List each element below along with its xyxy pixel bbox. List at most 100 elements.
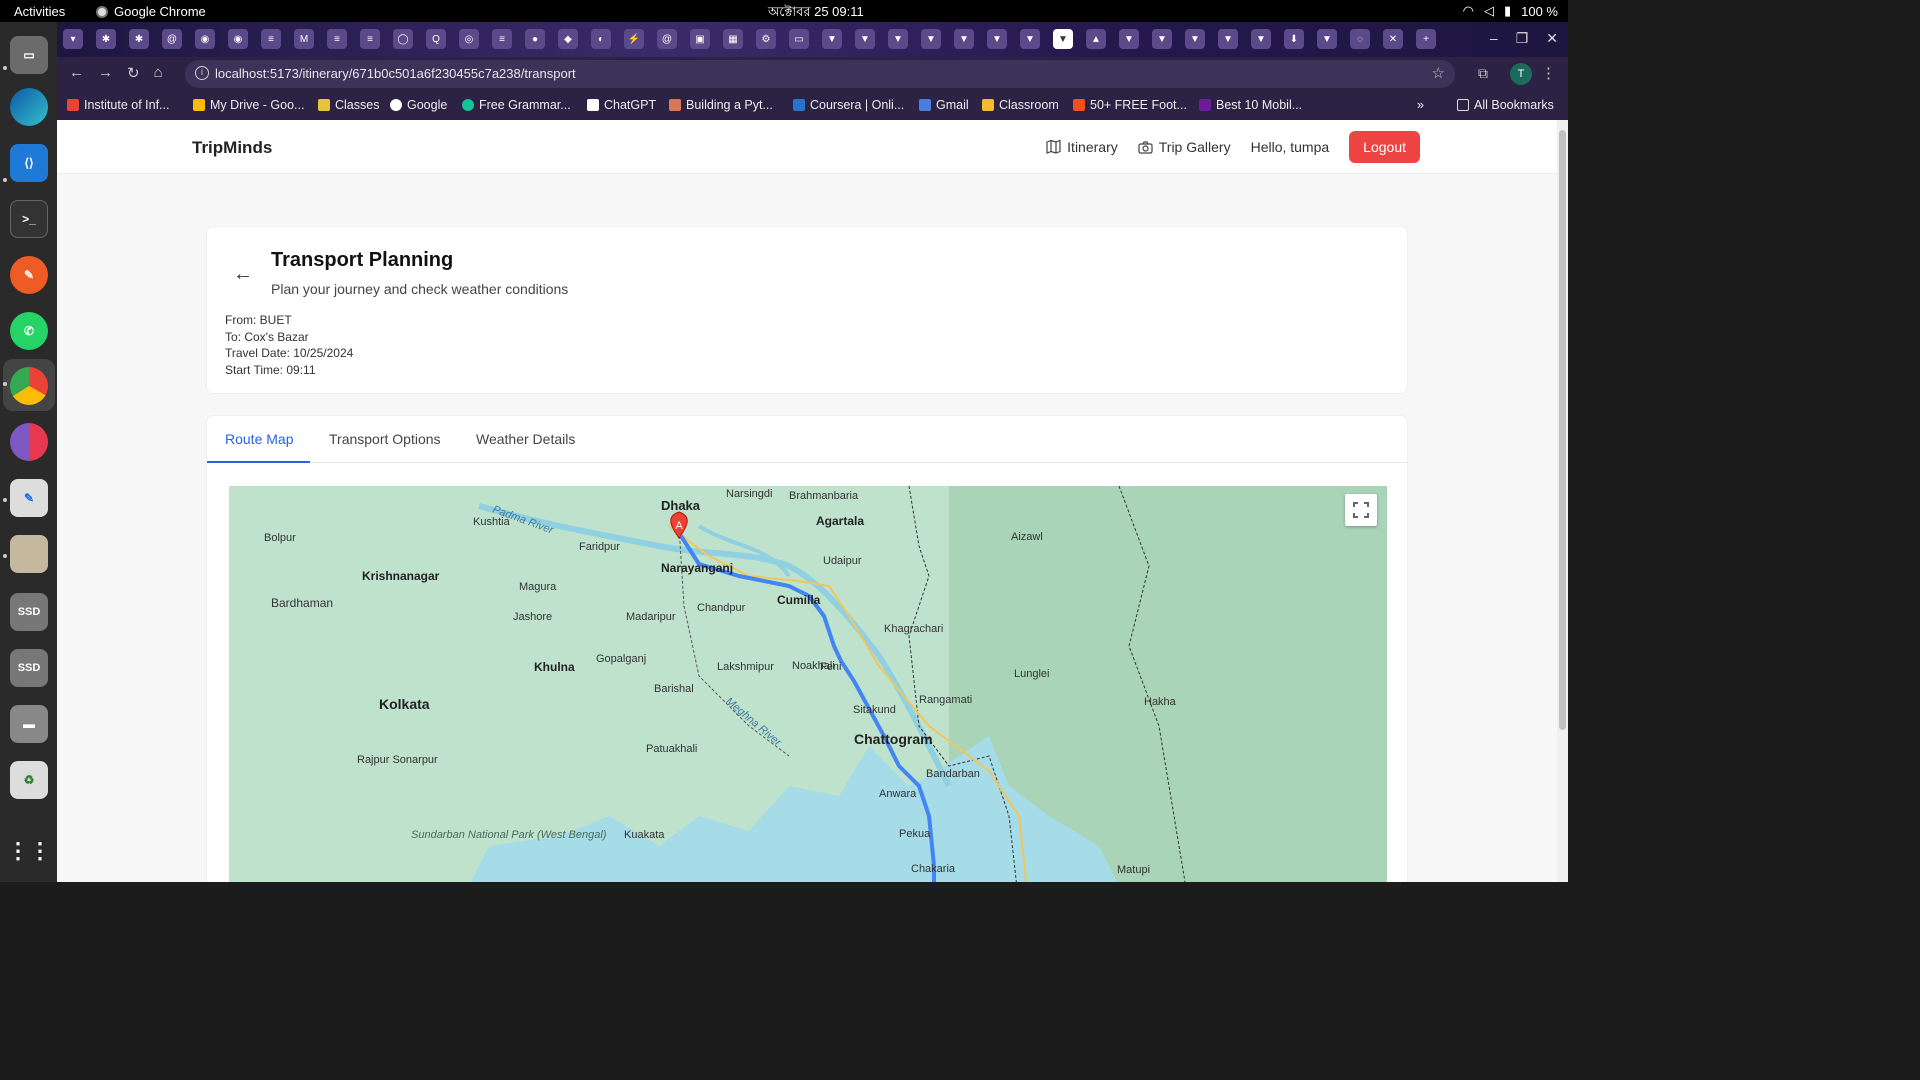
tab-favicon[interactable]: ◉ [195, 29, 215, 49]
vite-tab-icon[interactable]: ▼ [855, 29, 875, 49]
vite-tab-icon[interactable]: ▼ [1185, 29, 1205, 49]
tab-weather-details[interactable]: Weather Details [476, 431, 575, 447]
logout-button[interactable]: Logout [1349, 131, 1420, 163]
app-icon[interactable] [10, 423, 48, 461]
tab-favicon[interactable]: ◐ [591, 29, 611, 49]
vite-tab-icon[interactable]: ▼ [1020, 29, 1040, 49]
forward-icon[interactable]: → [98, 64, 113, 82]
tab-favicon[interactable]: ≡ [492, 29, 512, 49]
text-editor-icon[interactable]: ✎ [10, 479, 48, 517]
drive-icon[interactable]: ▬ [10, 705, 48, 743]
bookmark-item[interactable]: Classroom [982, 98, 1059, 112]
trash-icon[interactable]: ♻ [10, 761, 48, 799]
tab-favicon[interactable]: ≡ [261, 29, 281, 49]
tab-favicon[interactable]: @ [162, 29, 182, 49]
clock[interactable]: অক্টোবর 25 09:11 [768, 3, 864, 24]
url-text[interactable]: localhost:5173/itinerary/671b0c501a6f230… [215, 66, 576, 81]
tab-route-map[interactable]: Route Map [225, 431, 293, 447]
tab-favicon[interactable]: @ [657, 29, 677, 49]
scrollbar-thumb[interactable] [1559, 130, 1566, 730]
tab-favicon[interactable]: ◌ [1350, 29, 1370, 49]
app-menu[interactable]: Google Chrome [96, 4, 206, 19]
new-tab-icon[interactable]: + [1416, 29, 1436, 49]
system-tray[interactable]: ◠ ◁ ▮ 100 % [1463, 3, 1558, 19]
map-canvas[interactable]: A [229, 486, 1387, 882]
back-arrow-icon[interactable]: ← [233, 263, 253, 286]
tab-favicon[interactable]: ◉ [228, 29, 248, 49]
bookmark-item[interactable]: My Drive - Goo... [193, 98, 304, 112]
tab-favicon[interactable]: ◎ [459, 29, 479, 49]
tab-favicon[interactable]: ≡ [360, 29, 380, 49]
close-window-icon[interactable]: ✕ [1546, 30, 1558, 47]
bookmark-star-icon[interactable]: ☆ [1432, 64, 1445, 82]
bookmark-item[interactable]: Free Grammar... [462, 98, 571, 112]
route-map[interactable]: A Dhaka Narsingdi Brahmanbaria Narayanga… [229, 486, 1387, 882]
active-tab-icon[interactable]: ▼ [1053, 29, 1073, 49]
vite-tab-icon[interactable]: ▼ [1317, 29, 1337, 49]
tab-transport-options[interactable]: Transport Options [329, 431, 441, 447]
tab-favicon[interactable]: ◆ [558, 29, 578, 49]
activities-button[interactable]: Activities [14, 4, 65, 19]
tab-favicon[interactable]: ✱ [129, 29, 149, 49]
bookmark-item[interactable]: ChatGPT [587, 98, 656, 112]
bookmark-item[interactable]: Building a Pyt... [669, 98, 773, 112]
drive-tab-icon[interactable]: ▲ [1086, 29, 1106, 49]
vite-tab-icon[interactable]: ▼ [822, 29, 842, 49]
vite-tab-icon[interactable]: ▼ [954, 29, 974, 49]
tab-favicon[interactable]: ≡ [327, 29, 347, 49]
fullscreen-button[interactable] [1345, 494, 1377, 526]
tab-favicon[interactable]: ▣ [690, 29, 710, 49]
reload-icon[interactable]: ↻ [127, 64, 140, 82]
tab-favicon[interactable]: Q [426, 29, 446, 49]
tab-favicon[interactable]: ● [525, 29, 545, 49]
extensions-icon[interactable]: ⧉ [1478, 65, 1488, 82]
site-info-icon[interactable]: i [195, 66, 209, 80]
home-icon[interactable]: ⌂ [154, 64, 163, 82]
show-apps-icon[interactable]: ⋮⋮ [7, 832, 51, 870]
vite-tab-icon[interactable]: ▼ [1152, 29, 1172, 49]
tab-favicon[interactable]: ▦ [723, 29, 743, 49]
tab-favicon[interactable]: M [294, 29, 314, 49]
tab-favicon[interactable]: ⚡ [624, 29, 644, 49]
brand-logo[interactable]: TripMinds [192, 138, 272, 158]
maximize-icon[interactable]: ❐ [1516, 30, 1529, 47]
bookmark-item[interactable]: Classes [318, 98, 379, 112]
nav-itinerary[interactable]: Itinerary [1046, 139, 1118, 155]
tab-search-icon[interactable]: ▾ [63, 29, 83, 49]
all-bookmarks[interactable]: All Bookmarks [1457, 98, 1554, 112]
minimize-icon[interactable]: – [1490, 30, 1498, 47]
vite-tab-icon[interactable]: ▼ [1119, 29, 1139, 49]
download-tab-icon[interactable]: ⬇ [1284, 29, 1304, 49]
close-tab-icon[interactable]: ✕ [1383, 29, 1403, 49]
tab-favicon[interactable]: ✱ [96, 29, 116, 49]
tab-favicon[interactable]: ⚙ [756, 29, 776, 49]
vite-tab-icon[interactable]: ▼ [1251, 29, 1271, 49]
chrome-menu-icon[interactable]: ⋮ [1541, 64, 1556, 82]
vscode-icon[interactable]: ⟨⟩ [10, 144, 48, 182]
nav-trip-gallery[interactable]: Trip Gallery [1138, 139, 1231, 155]
back-icon[interactable]: ← [69, 64, 84, 82]
chrome-dock-icon[interactable] [10, 367, 48, 405]
files-icon[interactable]: ▭ [10, 36, 48, 74]
vite-tab-icon[interactable]: ▼ [1218, 29, 1238, 49]
profile-avatar[interactable]: T [1510, 63, 1532, 85]
bookmark-item[interactable]: Gmail [919, 98, 969, 112]
vite-tab-icon[interactable]: ▼ [921, 29, 941, 49]
bookmark-item[interactable]: Google [390, 98, 447, 112]
whatsapp-icon[interactable]: ✆ [10, 312, 48, 350]
tab-favicon[interactable]: ◯ [393, 29, 413, 49]
vite-tab-icon[interactable]: ▼ [888, 29, 908, 49]
more-bookmarks-icon[interactable]: » [1417, 98, 1424, 112]
edge-icon[interactable] [10, 88, 48, 126]
bookmark-item[interactable]: 50+ FREE Foot... [1073, 98, 1187, 112]
bookmark-item[interactable]: Institute of Inf... [67, 98, 169, 112]
ssd-drive-icon[interactable]: SSD [10, 593, 48, 631]
postman-icon[interactable]: ✎ [10, 256, 48, 294]
ssd-drive-icon[interactable]: SSD [10, 649, 48, 687]
vite-tab-icon[interactable]: ▼ [987, 29, 1007, 49]
terminal-icon[interactable]: >_ [10, 200, 48, 238]
bookmark-item[interactable]: Coursera | Onli... [793, 98, 904, 112]
bookmark-item[interactable]: Best 10 Mobil... [1199, 98, 1302, 112]
archive-icon[interactable] [10, 535, 48, 573]
page-scrollbar[interactable] [1557, 120, 1568, 882]
